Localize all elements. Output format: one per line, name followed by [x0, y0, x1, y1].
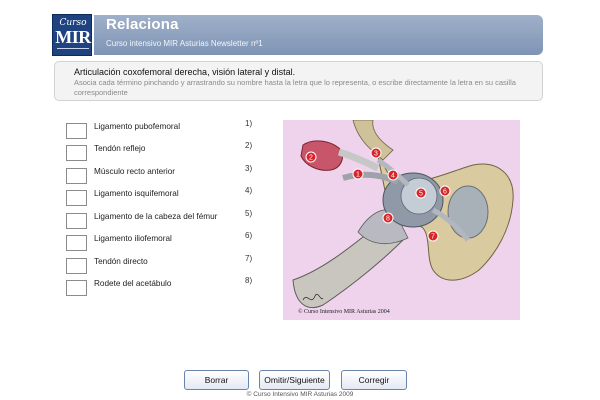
answer-box-8[interactable] [66, 280, 87, 296]
answer-box-2[interactable] [66, 145, 87, 161]
term-item: Músculo recto anterior 3) [66, 164, 281, 185]
marker-label: 3 [374, 151, 378, 158]
check-button[interactable]: Corregir [341, 370, 407, 390]
marker-label: 7 [431, 234, 435, 241]
illustration-copyright: © Curso Intensivo MIR Asturias 2004 [298, 309, 390, 315]
marker-label: 4 [391, 173, 395, 180]
header: Curso MIR Relaciona Curso intensivo MIR … [52, 14, 543, 56]
term-number: 6) [245, 231, 253, 240]
curso-mir-logo: Curso MIR [52, 14, 92, 56]
term-item: Rodete del acetábulo 8) [66, 276, 281, 297]
term-item: Ligamento isquifemoral 4) [66, 186, 281, 207]
instructions-panel: Articulación coxofemoral derecha, visión… [54, 61, 543, 101]
exercise-instructions: Asocia cada término pinchando y arrastra… [74, 78, 516, 97]
answer-box-6[interactable] [66, 235, 87, 251]
exercise-title: Articulación coxofemoral derecha, visión… [74, 67, 296, 77]
button-bar: Borrar Omitir/Siguiente Corregir [0, 370, 600, 390]
marker-3[interactable]: 3 [370, 147, 382, 159]
draggable-term-tendon-reflejo[interactable]: Tendón reflejo [94, 144, 145, 153]
answer-box-4[interactable] [66, 190, 87, 206]
term-item: Ligamento iliofemoral 6) [66, 231, 281, 252]
obturator-foramen [447, 185, 489, 239]
logo-underline [57, 48, 89, 49]
marker-label: 6 [443, 189, 447, 196]
term-number: 4) [245, 186, 253, 195]
marker-5[interactable]: 5 [415, 187, 427, 199]
term-number: 3) [245, 164, 253, 173]
marker-label: 5 [419, 191, 423, 198]
draggable-term-pubofemoral[interactable]: Ligamento pubofemoral [94, 122, 180, 131]
draggable-term-iliofemoral[interactable]: Ligamento iliofemoral [94, 234, 172, 243]
term-item: Tendón reflejo 2) [66, 141, 281, 162]
relaciona-window: Curso MIR Relaciona Curso intensivo MIR … [0, 0, 600, 400]
draggable-term-tendon-directo[interactable]: Tendón directo [94, 257, 148, 266]
marker-1[interactable]: 1 [352, 168, 364, 180]
term-item: Ligamento de la cabeza del fémur 5) [66, 209, 281, 230]
term-number: 8) [245, 276, 253, 285]
term-item: Tendón directo 7) [66, 254, 281, 275]
term-number: 1) [245, 119, 253, 128]
answer-box-5[interactable] [66, 213, 87, 229]
term-number: 2) [245, 141, 253, 150]
marker-4[interactable]: 4 [387, 169, 399, 181]
term-item: Ligamento pubofemoral 1) [66, 119, 281, 140]
answer-box-3[interactable] [66, 168, 87, 184]
logo-mir-text: MIR [55, 27, 91, 47]
draggable-term-isquifemoral[interactable]: Ligamento isquifemoral [94, 189, 179, 198]
page-title: Relaciona [106, 16, 179, 33]
marker-label: 1 [356, 172, 360, 179]
draggable-term-cabeza-femur[interactable]: Ligamento de la cabeza del fémur [94, 212, 217, 221]
marker-label: 2 [309, 155, 313, 162]
marker-6[interactable]: 6 [439, 185, 451, 197]
answer-box-1[interactable] [66, 123, 87, 139]
marker-8[interactable]: 8 [382, 212, 394, 224]
draggable-term-recto-anterior[interactable]: Músculo recto anterior [94, 167, 175, 176]
page-subtitle: Curso intensivo MIR Asturias Newsletter … [106, 39, 263, 48]
marker-7[interactable]: 7 [427, 230, 439, 242]
skip-next-button[interactable]: Omitir/Siguiente [259, 370, 330, 390]
answer-box-7[interactable] [66, 258, 87, 274]
footer-copyright: © Curso Intensivo MIR Asturias 2009 [246, 391, 354, 398]
marker-2[interactable]: 2 [305, 151, 317, 163]
hip-joint-illustration: 1 2 3 4 5 6 7 8 [283, 120, 520, 320]
draggable-term-rodete-acetabulo[interactable]: Rodete del acetábulo [94, 279, 171, 288]
marker-label: 8 [386, 216, 390, 223]
term-number: 7) [245, 254, 253, 263]
term-number: 5) [245, 209, 253, 218]
clear-button[interactable]: Borrar [184, 370, 249, 390]
